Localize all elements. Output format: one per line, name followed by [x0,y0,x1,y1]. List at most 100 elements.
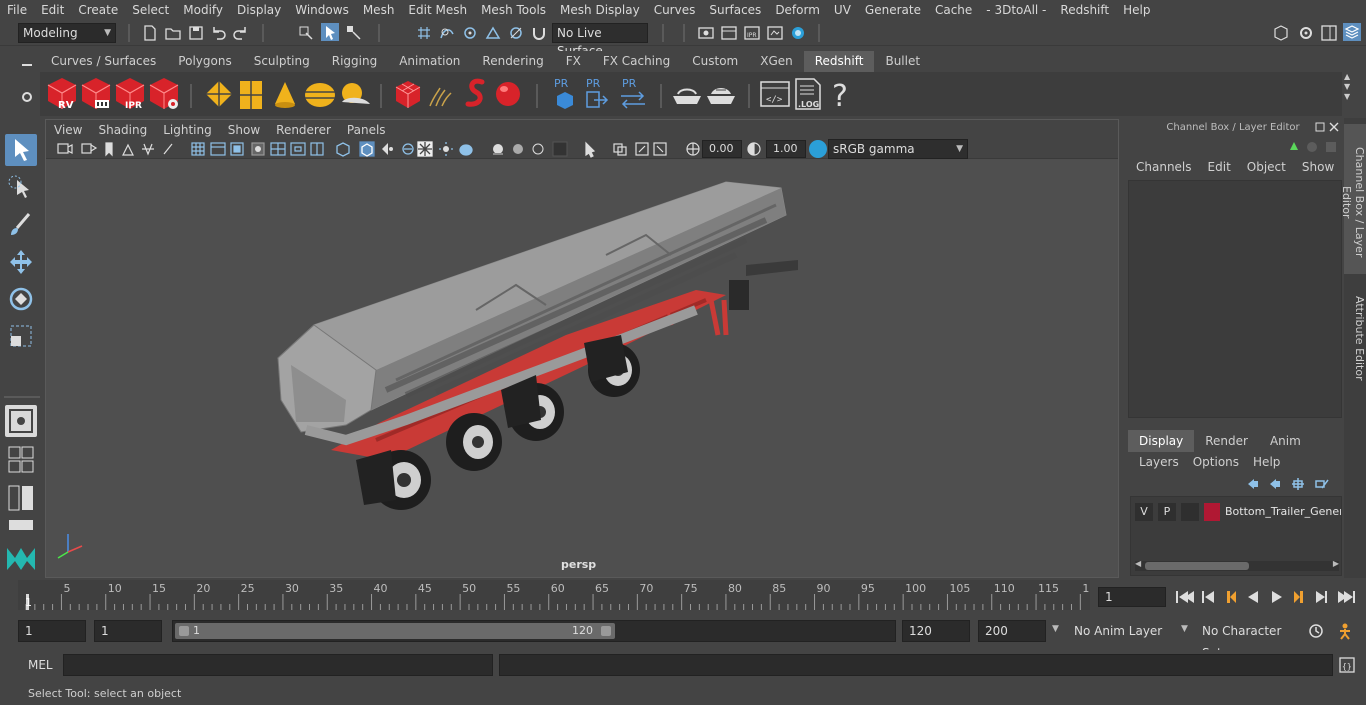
menu-3dtoall[interactable]: - 3DtoAll - [979,0,1053,20]
help-icon[interactable]: ? [828,76,854,112]
pr-object-icon[interactable]: PR [552,76,578,112]
trailer-model[interactable] [46,160,1118,577]
menu-uv[interactable]: UV [827,0,858,20]
viewport-menu-shading[interactable]: Shading [90,123,155,137]
range-slider-handle[interactable]: 1 120 [175,623,615,639]
viewport-menu-show[interactable]: Show [220,123,268,137]
shelf-tab-polygons[interactable]: Polygons [167,51,243,72]
select-hierarchy-icon[interactable] [297,24,315,42]
tab-display[interactable]: Display [1128,430,1195,452]
menu-edit-mesh[interactable]: Edit Mesh [401,0,474,20]
layer-menu-layers[interactable]: Layers [1132,455,1186,469]
snap-magnet-icon[interactable] [530,24,548,42]
workspace-icon[interactable] [1272,24,1290,42]
paint-select-tool-button[interactable] [5,209,37,241]
redshift-batch-render-icon[interactable] [79,76,113,112]
live-surface-field[interactable]: No Live Surface [552,23,648,58]
render-view-icon[interactable] [697,24,715,42]
pr-export-icon[interactable]: PR [584,76,610,112]
shelf-menu-icon[interactable] [20,60,34,70]
character-set-dropdown[interactable]: No Character Set [1196,620,1300,660]
menu-surfaces[interactable]: Surfaces [702,0,768,20]
select-object-icon[interactable] [321,23,339,41]
playback-start-field[interactable]: 1 [94,620,162,642]
tab-anim[interactable]: Anim [1258,430,1312,452]
shelf-tab-bullet[interactable]: Bullet [874,51,932,72]
snap-view-plane-icon[interactable] [484,24,502,42]
channel-box-area[interactable] [1128,180,1342,418]
shelf-tab-rendering[interactable]: Rendering [471,51,555,72]
shelf-tab-custom[interactable]: Custom [681,51,750,72]
layer-name[interactable]: Bottom_Trailer_Generic [1225,503,1341,521]
menu-generate[interactable]: Generate [858,0,928,20]
move-tool-button[interactable] [5,246,37,278]
redo-icon[interactable] [232,24,250,42]
scale-tool-button[interactable] [5,320,37,352]
range-handle-left-grip[interactable] [179,626,189,636]
four-pane-layout-button[interactable] [5,444,37,476]
undo-icon[interactable] [209,24,227,42]
redshift-hair-icon[interactable] [426,78,460,112]
layer-row[interactable]: V P Bottom_Trailer_Generic [1135,503,1341,521]
menu-cache[interactable]: Cache [928,0,979,20]
rotate-tool-button[interactable] [5,283,37,315]
range-handle-right-grip[interactable] [601,626,611,636]
layer-menu-options[interactable]: Options [1186,455,1246,469]
redshift-render-view-icon[interactable]: RV [45,76,79,112]
scroll-left-icon[interactable]: ◀ [1135,559,1141,568]
channel-menu-show[interactable]: Show [1294,160,1342,174]
select-tool-button[interactable] [5,134,37,166]
single-pane-layout-button[interactable] [5,405,37,437]
playback-controls[interactable] [1172,587,1358,607]
redshift-light-area-icon[interactable] [202,78,236,112]
redshift-light-portal-icon[interactable] [236,78,266,112]
menu-create[interactable]: Create [71,0,125,20]
command-input[interactable] [63,654,493,676]
layer-menu-help[interactable]: Help [1246,455,1287,469]
snap-live-icon[interactable] [507,24,525,42]
command-language-label[interactable]: MEL [28,658,53,672]
menu-curves[interactable]: Curves [647,0,703,20]
redshift-material-sphere-icon[interactable] [492,78,526,112]
shelf-tab-sculpting[interactable]: Sculpting [242,51,321,72]
menu-select[interactable]: Select [125,0,176,20]
redshift-render-settings-icon[interactable] [147,76,181,112]
layer-horizontal-scrollbar[interactable]: ◀ ▶ [1135,559,1339,571]
current-frame-field[interactable]: 1 [1098,587,1166,607]
range-slider[interactable]: 1 120 [172,620,896,642]
layer-display-type-toggle[interactable] [1181,503,1199,521]
bake-pie-icon[interactable] [704,78,738,112]
channel-menu-channels[interactable]: Channels [1128,160,1200,174]
playback-end-field[interactable]: 120 [902,620,970,642]
channel-menu-object[interactable]: Object [1239,160,1294,174]
script-editor-icon[interactable]: </> [758,78,792,110]
shelf-scroll-arrows-icon[interactable]: ▲ ▼ ▼ [1344,72,1360,102]
render-settings-icon[interactable] [766,24,784,42]
shelf-tab-redshift[interactable]: Redshift [803,51,875,72]
hypershade-icon[interactable] [789,24,807,42]
menu-redshift[interactable]: Redshift [1053,0,1116,20]
menu-display[interactable]: Display [230,0,288,20]
shelf-tab-rigging[interactable]: Rigging [320,51,389,72]
scene-start-field[interactable]: 1 [18,620,86,642]
settings-gear-icon[interactable] [1297,24,1315,42]
redshift-ipr-icon[interactable]: IPR [113,76,147,112]
snap-grid-icon[interactable] [415,24,433,42]
menu-mesh-display[interactable]: Mesh Display [553,0,647,20]
shelf-tab-fx[interactable]: FX [554,51,592,72]
mode-dropdown[interactable]: Modeling ▼ [18,23,116,43]
new-scene-icon[interactable] [141,24,159,42]
layer-playback-toggle[interactable]: P [1158,503,1176,521]
tab-attribute-editor[interactable]: Attribute Editor [1344,286,1366,386]
anim-layer-dropdown[interactable]: No Anim Layer [1068,620,1178,642]
viewport-menu-panels[interactable]: Panels [339,123,394,137]
tab-channel-box[interactable]: Channel Box / Layer Editor [1340,124,1366,274]
outliner-layout-button[interactable] [5,482,37,514]
snap-point-icon[interactable] [461,24,479,42]
layers-stack-icon[interactable] [1343,23,1361,41]
select-component-icon[interactable] [345,24,363,42]
channel-menu-edit[interactable]: Edit [1200,160,1239,174]
shelf-scroll[interactable]: ▲ ▼ ▼ [1344,72,1360,116]
viewport-toolbar-icons[interactable] [46,139,806,159]
animation-preferences-icon[interactable] [1334,622,1356,640]
